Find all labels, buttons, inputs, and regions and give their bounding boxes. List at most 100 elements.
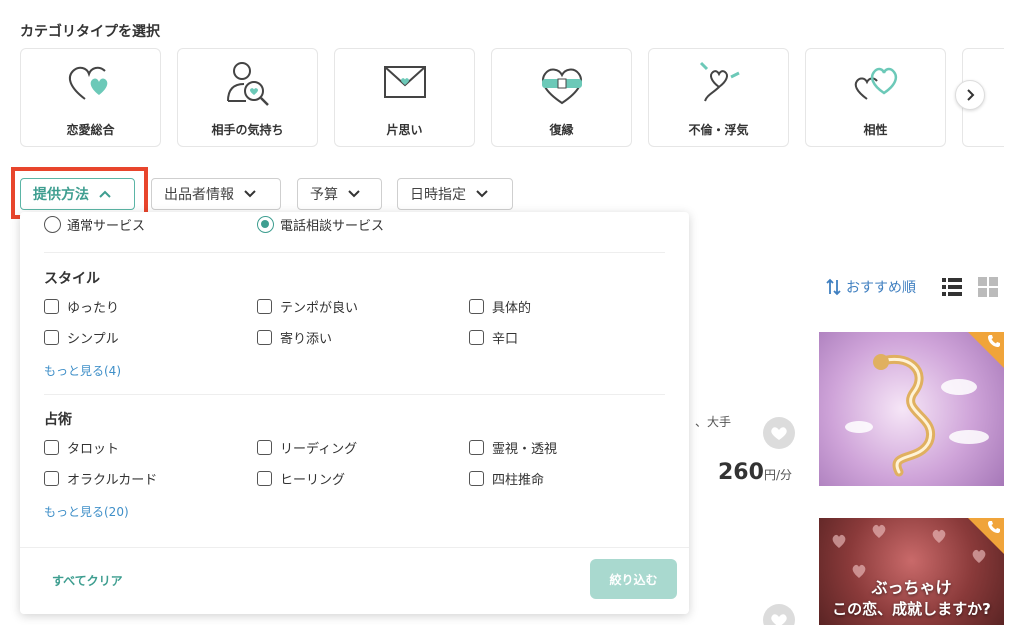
heart-icon [771,614,787,625]
divider [44,252,665,253]
group-title-style: スタイル [44,271,100,287]
group-title-divination: 占術 [44,412,72,428]
checkbox-option[interactable]: 辛口 [469,328,518,347]
chevron-up-icon [99,190,111,198]
listing-price: 260円/分 [718,460,792,485]
checkbox [469,440,484,455]
checkbox [257,440,272,455]
category-label: 復縁 [549,123,574,137]
show-more-style-link[interactable]: もっと見る(4) [44,362,121,379]
price-value: 260 [718,460,764,485]
checkbox-option[interactable]: ヒーリング [257,469,345,488]
sort-arrows-icon [826,278,841,296]
chevron-right-icon [967,89,975,101]
checkbox-option[interactable]: ゆったり [44,297,119,316]
category-card-affair[interactable]: 不倫・浮気 [648,48,789,147]
category-label: 相手の気持ち [211,123,284,137]
category-card-one-sided-love[interactable]: 片思い [334,48,475,147]
radio-phone-service[interactable]: 電話相談サービス [257,215,384,234]
checkbox [257,471,272,486]
checkbox-option[interactable]: 寄り添い [257,328,332,347]
checkbox-label: ゆったり [67,301,120,316]
category-carousel: 恋愛総合 相手の気持ち 片思い 復縁 不倫・浮気 相性 [20,48,1004,148]
divider [44,394,665,395]
filter-label: 予算 [310,187,338,203]
category-label: 不倫・浮気 [688,123,749,137]
category-card-reunion[interactable]: 復縁 [491,48,632,147]
checkbox [44,330,59,345]
checkbox [469,299,484,314]
radio-normal-service[interactable]: 通常サービス [44,215,145,234]
favorite-button[interactable] [763,417,795,449]
category-card-partner-feelings[interactable]: 相手の気持ち [177,48,318,147]
carousel-next-button[interactable] [955,80,985,110]
thumbnail-caption-line1: ぶっちゃけ [871,578,952,597]
checkbox-option[interactable]: 具体的 [469,297,531,316]
apply-filter-button[interactable]: 絞り込む [590,559,677,599]
tangled-heart-icon [699,61,740,102]
person-search-icon [226,62,269,106]
filter-label: 日時指定 [410,187,466,203]
checkbox-label: 霊視・透視 [492,442,558,457]
checkbox-option[interactable]: タロット [44,438,119,457]
filter-label: 提供方法 [33,187,89,203]
bandaged-heart-icon [541,68,582,105]
list-view-icon[interactable] [942,277,962,297]
listing-snippet: 、大手 [695,415,732,429]
two-hearts-icon [854,67,897,100]
checkbox [469,471,484,486]
checkbox-label: 四柱推命 [492,473,545,488]
checkbox [44,471,59,486]
checkbox-option[interactable]: 四柱推命 [469,469,544,488]
phone-icon [988,521,1000,533]
sort-label: おすすめ順 [846,280,916,296]
checkbox [257,330,272,345]
checkbox-label: 辛口 [492,332,519,347]
chevron-down-icon [244,190,256,198]
show-more-divination-link[interactable]: もっと見る(20) [44,503,129,520]
filter-seller-info[interactable]: 出品者情報 [151,178,281,210]
filter-dropdown-panel: 通常サービス 電話相談サービス スタイル ゆったり テンポが良い 具体的 シンプ… [20,212,689,614]
filter-provision-method[interactable]: 提供方法 [20,178,135,210]
checkbox-label: 具体的 [492,301,532,316]
listing-thumbnail[interactable]: ぶっちゃけ この恋、成就しますか? [819,518,1004,625]
chevron-down-icon [348,190,360,198]
checkbox-option[interactable]: オラクルカード [44,469,157,488]
heart-icon [68,66,107,100]
radio-label: 電話相談サービス [280,219,385,234]
checkbox-option[interactable]: 霊視・透視 [469,438,557,457]
checkbox-label: 寄り添い [280,332,333,347]
checkbox [44,299,59,314]
checkbox-option[interactable]: リーディング [257,438,357,457]
sort-button[interactable]: おすすめ順 [826,277,916,297]
checkbox-label: ヒーリング [280,473,346,488]
checkbox-label: シンプル [67,332,119,347]
category-label: 恋愛総合 [66,123,115,137]
checkbox-option[interactable]: シンプル [44,328,119,347]
filter-label: 出品者情報 [164,187,234,203]
checkbox [44,440,59,455]
category-label: 相性 [863,123,888,137]
category-label: 片思い [386,123,423,137]
chevron-down-icon [476,190,488,198]
heart-icon [771,427,787,440]
listing-thumbnail[interactable] [819,332,1004,486]
category-card-love-general[interactable]: 恋愛総合 [20,48,161,147]
checkbox-option[interactable]: テンポが良い [257,297,358,316]
clear-all-button[interactable]: すべてクリア [52,572,123,589]
divider [20,547,689,548]
checkbox [469,330,484,345]
filter-budget[interactable]: 予算 [297,178,382,210]
favorite-button[interactable] [763,604,795,625]
radio-indicator [44,216,61,233]
radio-indicator [257,216,274,233]
thumbnail-caption-line2: この恋、成就しますか? [832,600,991,618]
checkbox-label: タロット [67,442,120,457]
price-unit: 円/分 [763,468,792,482]
category-card-compatibility[interactable]: 相性 [805,48,946,147]
grid-view-icon[interactable] [978,277,998,297]
checkbox [257,299,272,314]
radio-label: 通常サービス [67,219,146,234]
filter-date[interactable]: 日時指定 [397,178,513,210]
category-section-title: カテゴリタイプを選択 [20,24,160,40]
